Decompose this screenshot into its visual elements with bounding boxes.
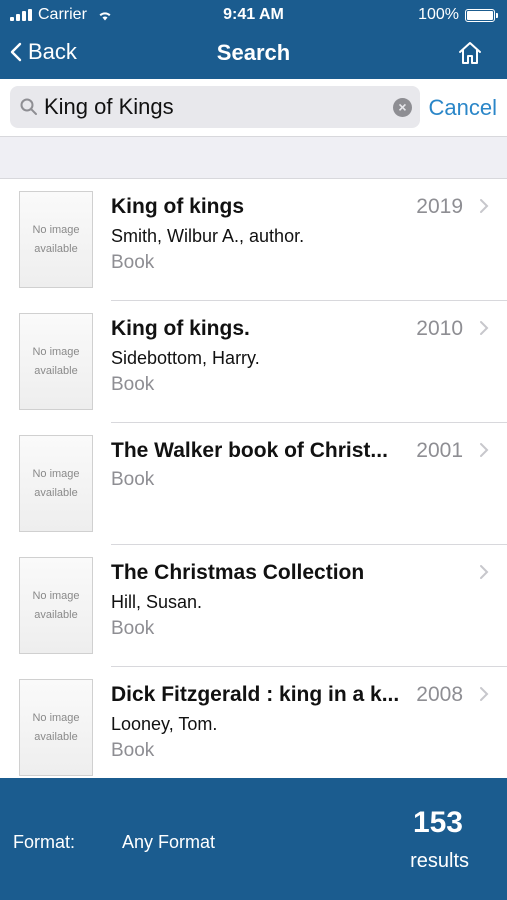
chevron-right-icon <box>480 199 489 213</box>
result-year: 2010 <box>416 317 463 340</box>
no-image-thumbnail: No image available <box>19 679 93 776</box>
list-item[interactable]: No image available Dick Fitzgerald : kin… <box>0 667 507 778</box>
no-image-thumbnail: No image available <box>19 313 93 410</box>
result-count: 153 <box>412 806 463 839</box>
result-format: Book <box>111 252 155 273</box>
list-item[interactable]: No image available The Walker book of Ch… <box>0 423 507 545</box>
result-format: Book <box>111 740 155 761</box>
format-label: Format: <box>13 832 76 852</box>
cancel-button[interactable]: Cancel <box>429 95 497 121</box>
list-item[interactable]: No image available The Christmas Collect… <box>0 545 507 667</box>
search-box[interactable]: × <box>10 86 420 128</box>
results-footer: Format: Any Format 153 results <box>0 778 507 900</box>
thumbnail-text: available <box>34 243 78 255</box>
result-year: 2008 <box>416 683 463 706</box>
search-icon <box>20 98 37 115</box>
result-title: King of kings. <box>111 317 250 340</box>
result-year: 2019 <box>416 195 463 218</box>
thumbnail-text: No image <box>32 590 80 602</box>
result-format: Book <box>111 618 155 639</box>
thumbnail-text: available <box>34 609 78 621</box>
thumbnail-text: available <box>34 731 78 743</box>
no-image-thumbnail: No image available <box>19 191 93 288</box>
thumbnail-text: No image <box>32 224 80 236</box>
search-input[interactable] <box>44 86 384 128</box>
results-list: No image available King of kings 2019 Sm… <box>0 179 507 778</box>
result-title: The Christmas Collection <box>111 561 365 584</box>
no-image-thumbnail: No image available <box>19 435 93 532</box>
home-icon[interactable] <box>457 40 483 66</box>
result-author: Hill, Susan. <box>111 592 203 612</box>
chevron-right-icon <box>480 321 489 335</box>
status-bar: Carrier 9:41 AM 100% <box>0 0 507 30</box>
chevron-right-icon <box>480 687 489 701</box>
result-format: Book <box>111 469 155 490</box>
thumbnail-text: No image <box>32 712 80 724</box>
search-bar: × Cancel <box>0 79 507 136</box>
nav-bar: Back Search <box>0 30 507 79</box>
thumbnail-text: available <box>34 365 78 377</box>
result-year: 2001 <box>416 439 463 462</box>
list-item[interactable]: No image available King of kings 2019 Sm… <box>0 179 507 301</box>
chevron-right-icon <box>480 565 489 579</box>
thumbnail-text: available <box>34 487 78 499</box>
result-title: King of kings <box>111 195 244 218</box>
result-title: Dick Fitzgerald : king in a k... <box>111 683 400 706</box>
result-author: Sidebottom, Harry. <box>111 348 260 368</box>
result-author: Looney, Tom. <box>111 714 218 734</box>
result-author: Smith, Wilbur A., author. <box>111 226 305 246</box>
format-selector[interactable]: Any Format <box>122 832 215 853</box>
no-image-thumbnail: No image available <box>19 557 93 654</box>
list-item[interactable]: No image available King of kings. 2010 S… <box>0 301 507 423</box>
thumbnail-text: No image <box>32 346 80 358</box>
page-title: Search <box>216 40 291 65</box>
top-bar: Carrier 9:41 AM 100% Back Search <box>0 0 507 79</box>
result-count-label: results <box>410 850 469 872</box>
status-right: 100% <box>418 6 498 24</box>
section-band <box>0 136 507 179</box>
chevron-right-icon <box>480 443 489 457</box>
thumbnail-text: No image <box>32 468 80 480</box>
result-title: The Walker book of Christ... <box>111 439 388 462</box>
result-format: Book <box>111 374 155 395</box>
clear-search-icon[interactable]: × <box>393 98 412 117</box>
battery-icon <box>465 8 498 22</box>
battery-percent: 100% <box>418 6 459 23</box>
